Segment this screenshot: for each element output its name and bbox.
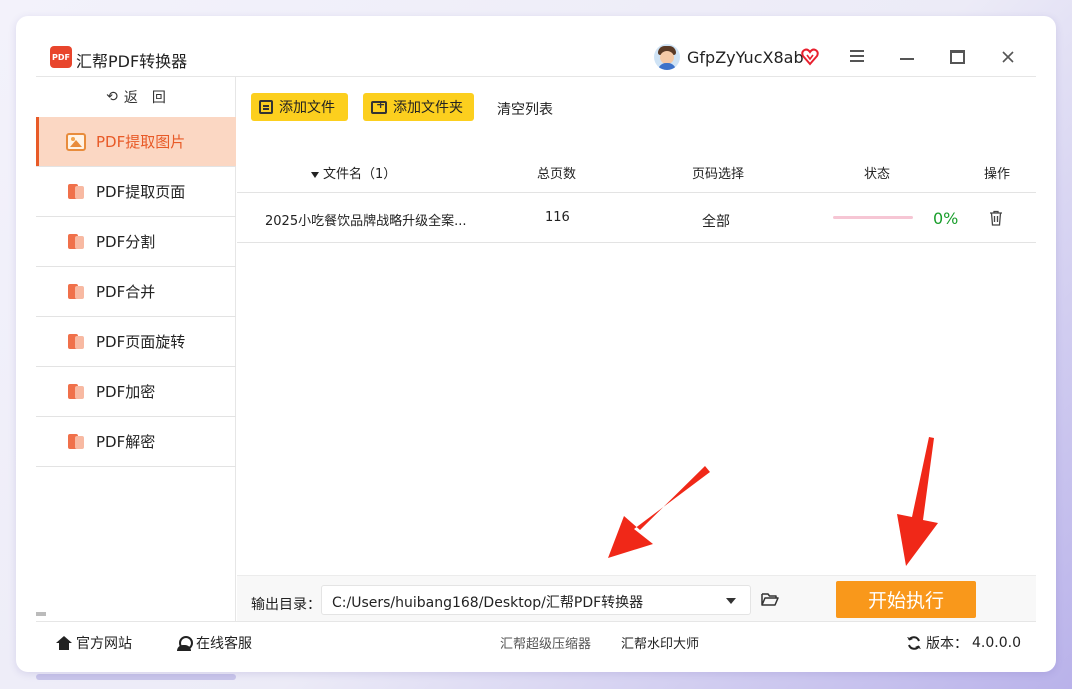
footer: 官方网站 在线客服 汇帮超级压缩器 汇帮水印大师 版本： 4.0.0.0 — [36, 621, 1036, 661]
maximize-icon[interactable] — [950, 50, 965, 64]
home-icon — [56, 636, 72, 650]
official-website-label: 官方网站 — [76, 636, 132, 652]
column-header-name[interactable]: 文件名（1） — [311, 163, 396, 182]
column-header-status: 状态 — [864, 167, 891, 182]
version-label: 版本： — [926, 636, 968, 652]
online-service-link[interactable]: 在线客服 — [176, 633, 252, 653]
output-dir-select[interactable]: C:/Users/huibang168/Desktop/汇帮PDF转换器 — [321, 585, 751, 615]
vip-heart-icon[interactable] — [801, 48, 819, 66]
sort-down-icon — [311, 171, 319, 178]
app-window: PDF 汇帮PDF转换器 GfpZyYucX8ab ⟲ 返 回 PDF提取图片 — [16, 16, 1056, 672]
sidebar-item-merge[interactable]: PDF合并 — [36, 267, 236, 317]
add-file-label: 添加文件 — [279, 100, 335, 116]
pdf-doc-icon — [66, 383, 86, 401]
output-dir-path: C:/Users/huibang168/Desktop/汇帮PDF转换器 — [332, 595, 644, 611]
resize-grip[interactable] — [36, 612, 46, 616]
sidebar-item-label: PDF解密 — [96, 433, 156, 451]
main-panel: 添加文件 添加文件夹 清空列表 文件名（1） 总页数 页码选择 状态 操作 20… — [237, 77, 1036, 621]
progress-bar — [833, 216, 913, 219]
pdf-doc-icon — [66, 233, 86, 251]
pdf-doc-icon — [66, 183, 86, 201]
sidebar-item-extract-images[interactable]: PDF提取图片 — [36, 117, 236, 167]
title-bar: PDF 汇帮PDF转换器 GfpZyYucX8ab — [16, 16, 1056, 76]
add-folder-button[interactable]: 添加文件夹 — [363, 93, 474, 121]
clear-list-button[interactable]: 清空列表 — [497, 99, 553, 119]
username[interactable]: GfpZyYucX8ab — [687, 48, 804, 67]
sidebar-item-encrypt[interactable]: PDF加密 — [36, 367, 236, 417]
sidebar-item-label: PDF合并 — [96, 283, 156, 301]
page-range-select[interactable]: 全部 — [702, 211, 730, 231]
column-header-op: 操作 — [984, 167, 1011, 182]
user-avatar[interactable] — [654, 44, 680, 70]
column-header-range: 页码选择 — [692, 167, 745, 182]
start-button[interactable]: 开始执行 — [836, 581, 976, 618]
menu-icon[interactable] — [850, 50, 864, 62]
back-arrow-icon: ⟲ — [106, 89, 118, 105]
back-button[interactable]: ⟲ 返 回 — [36, 77, 236, 117]
sidebar: ⟲ 返 回 PDF提取图片 PDF提取页面 PDF分割 PDF合并 PDF页面旋… — [36, 77, 236, 621]
column-header-pages: 总页数 — [537, 167, 577, 182]
version-info[interactable]: 版本： 4.0.0.0 — [906, 633, 1021, 653]
chevron-down-icon — [726, 598, 736, 604]
close-icon[interactable] — [1000, 49, 1016, 65]
sidebar-item-label: PDF分割 — [96, 233, 156, 251]
sidebar-item-rotate[interactable]: PDF页面旋转 — [36, 317, 236, 367]
version-number: 4.0.0.0 — [972, 635, 1021, 651]
watermark-link[interactable]: 汇帮水印大师 — [621, 633, 699, 652]
online-service-label: 在线客服 — [196, 636, 252, 652]
sidebar-nav: PDF提取图片 PDF提取页面 PDF分割 PDF合并 PDF页面旋转 PDF加… — [36, 117, 236, 467]
image-icon — [66, 132, 86, 151]
sidebar-item-label: PDF页面旋转 — [96, 333, 186, 351]
add-folder-label: 添加文件夹 — [393, 100, 463, 116]
file-name-cell: 2025小吃餐饮品牌战略升级全案... — [265, 214, 467, 229]
sidebar-item-label: PDF提取页面 — [96, 183, 186, 201]
compressor-link[interactable]: 汇帮超级压缩器 — [500, 633, 591, 652]
customer-service-icon — [176, 635, 193, 651]
sidebar-item-split[interactable]: PDF分割 — [36, 217, 236, 267]
sidebar-item-label: PDF提取图片 — [96, 133, 186, 151]
sidebar-item-extract-pages[interactable]: PDF提取页面 — [36, 167, 236, 217]
app-logo-icon: PDF — [50, 46, 72, 68]
sidebar-item-decrypt[interactable]: PDF解密 — [36, 417, 236, 467]
open-folder-icon[interactable] — [761, 592, 779, 606]
back-label: 返 回 — [123, 90, 166, 106]
output-dir-label: 输出目录： — [251, 597, 321, 613]
pdf-doc-icon — [66, 283, 86, 301]
add-folder-icon — [371, 98, 387, 114]
window-shadow — [36, 674, 236, 680]
pdf-doc-icon — [66, 333, 86, 351]
refresh-icon — [907, 636, 921, 650]
add-file-button[interactable]: 添加文件 — [251, 93, 348, 121]
official-website-link[interactable]: 官方网站 — [56, 633, 132, 653]
pdf-doc-icon — [66, 433, 86, 451]
app-title: 汇帮PDF转换器 — [76, 52, 188, 71]
add-file-icon — [259, 100, 273, 114]
output-bar: 输出目录： C:/Users/huibang168/Desktop/汇帮PDF转… — [237, 575, 1036, 621]
sidebar-item-label: PDF加密 — [96, 383, 156, 401]
trash-icon[interactable] — [989, 210, 1003, 226]
page-count-cell: 116 — [545, 210, 570, 225]
progress-percent: 0% — [933, 209, 959, 228]
table-header: 文件名（1） 总页数 页码选择 状态 操作 — [237, 149, 1036, 193]
minimize-icon[interactable] — [900, 58, 914, 60]
table-row[interactable]: 2025小吃餐饮品牌战略升级全案... 116 全部 0% — [237, 193, 1036, 243]
